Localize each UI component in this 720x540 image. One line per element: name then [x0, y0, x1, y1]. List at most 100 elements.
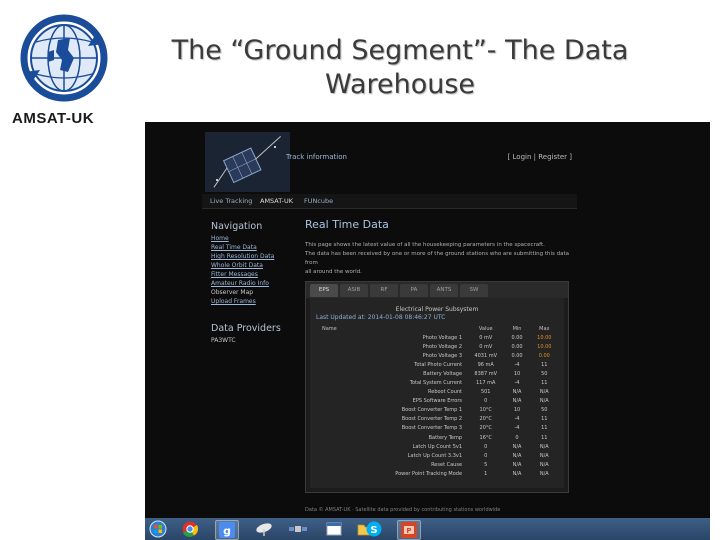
- cell-value: 20°C: [479, 425, 492, 432]
- cell-max: 10.00: [537, 343, 552, 350]
- tab-ants[interactable]: ANTS: [430, 284, 458, 297]
- nav-amsat-uk[interactable]: AMSAT-UK: [260, 197, 293, 205]
- cell-value: 117 mA: [476, 380, 496, 387]
- cell-name: Battery Voltage: [423, 370, 463, 377]
- cell-min: 0: [515, 434, 519, 441]
- cell-max: 11: [541, 380, 548, 387]
- taskbar-powerpoint[interactable]: P: [397, 520, 421, 540]
- panel-body: Electrical Power Subsystem Last Updated …: [310, 298, 564, 488]
- table-row: Latch Up Count 3.3v1 0 N/A N/A: [314, 451, 558, 460]
- page-description-2: The data has been received by one or mor…: [305, 251, 570, 266]
- cell-max: 11: [541, 361, 548, 368]
- satellite-dish-icon: [256, 523, 272, 536]
- amsat-uk-logo-icon: [20, 14, 108, 102]
- cell-value: 0 mV: [479, 334, 493, 341]
- cell-name: Boost Converter Temp 1: [401, 407, 463, 414]
- cell-max: N/A: [539, 452, 549, 459]
- cell-min: N/A: [512, 470, 522, 477]
- tab-sw[interactable]: SW: [460, 284, 488, 297]
- telemetry-panel: EPS ASIB RF PA ANTS SW Electrical Power …: [305, 281, 569, 493]
- cell-name: Battery Temp: [428, 434, 463, 441]
- telemetry-table: Name Value Min Max Photo Voltage 1 0 mV 0.…: [314, 325, 558, 479]
- table-row: Power Point Tracking Mode 1 N/A N/A: [314, 469, 558, 478]
- google-icon: g: [219, 522, 235, 538]
- cell-value: 1: [484, 470, 488, 477]
- cell-value: 4031 mV: [474, 352, 498, 359]
- cell-min: -4: [514, 416, 520, 423]
- sidebar-item-high-resolution-data[interactable]: High Resolution Data: [211, 252, 296, 261]
- sidebar-item-fitter-messages[interactable]: Fitter Messages: [211, 270, 296, 279]
- site-footer: Data © AMSAT-UK · Satellite data provide…: [305, 507, 501, 513]
- login-register-link[interactable]: [ Login | Register ]: [508, 153, 572, 161]
- cell-name: Power Point Tracking Mode: [395, 470, 463, 477]
- table-row: Boost Converter Temp 2 20°C -4 11: [314, 415, 558, 424]
- tab-pa[interactable]: PA: [400, 284, 428, 297]
- page-description-1: This page shows the latest value of all …: [305, 242, 545, 248]
- nav-funcube[interactable]: FUNcube: [304, 197, 333, 205]
- cell-value: 5: [484, 461, 488, 468]
- sidebar-item-home[interactable]: Home: [211, 234, 296, 243]
- cell-max: N/A: [539, 470, 549, 477]
- sidebar-item-observer-map[interactable]: Observer Map: [211, 288, 296, 297]
- cell-max: N/A: [539, 461, 549, 468]
- svg-text:S: S: [370, 525, 377, 536]
- start-orb-icon: [149, 520, 167, 538]
- cell-name: Photo Voltage 1: [422, 334, 463, 341]
- cell-min: 10: [513, 370, 521, 377]
- sidebar-item-real-time-data[interactable]: Real Time Data: [211, 243, 296, 252]
- cell-max: 11: [541, 416, 548, 423]
- taskbar-chrome[interactable]: [179, 520, 201, 538]
- cell-value: 8387 mV: [474, 370, 498, 377]
- sidebar-item-amateur-radio-info[interactable]: Amateur Radio Info: [211, 279, 296, 288]
- taskbar: g S P: [145, 518, 710, 540]
- tab-eps[interactable]: EPS: [310, 284, 338, 297]
- satellite-icon: [289, 526, 307, 532]
- table-row: Reset Cause 5 N/A N/A: [314, 460, 558, 469]
- table-row: Boost Converter Temp 3 20°C -4 11: [314, 424, 558, 433]
- tab-asib[interactable]: ASIB: [340, 284, 368, 297]
- cell-name: Reset Cause: [431, 461, 463, 468]
- cell-min: -4: [514, 425, 520, 432]
- sidebar-item-upload-frames[interactable]: Upload Frames: [211, 297, 296, 306]
- cell-name: Total System Current: [409, 380, 463, 387]
- track-information-link[interactable]: Track information: [286, 153, 347, 161]
- cell-value: 16°C: [479, 434, 492, 441]
- provider-item: PA3WTC: [211, 337, 236, 344]
- logo-text: AMSAT-UK: [12, 110, 95, 127]
- taskbar-satellite[interactable]: [287, 520, 309, 538]
- sidebar-item-whole-orbit-data[interactable]: Whole Orbit Data: [211, 261, 296, 270]
- cell-name: Photo Voltage 3: [422, 352, 463, 359]
- cell-value: 20°C: [479, 416, 492, 423]
- taskbar-skype[interactable]: S: [363, 520, 385, 538]
- nav-live-tracking[interactable]: Live Tracking: [210, 197, 252, 205]
- table-row: Boost Converter Temp 1 10°C 10 50: [314, 406, 558, 415]
- taskbar-window[interactable]: [323, 520, 345, 538]
- cell-max: N/A: [539, 398, 549, 405]
- taskbar-google[interactable]: g: [215, 520, 239, 540]
- cell-min: N/A: [512, 398, 522, 405]
- navigation-heading: Navigation: [211, 221, 263, 232]
- col-min: Min: [512, 326, 522, 332]
- table-row: Photo Voltage 1 0 mV 0.00 10.00: [314, 333, 558, 342]
- tab-rf[interactable]: RF: [370, 284, 398, 297]
- website-screenshot: Track information [ Login | Register ] L…: [145, 122, 710, 518]
- window-icon: [326, 522, 342, 536]
- taskbar-dish[interactable]: [253, 520, 275, 538]
- start-button[interactable]: [147, 520, 169, 538]
- table-row: Reboot Count 501 N/A N/A: [314, 388, 558, 397]
- last-updated: Last Updated at: 2014-01-08 08:46:27 UTC: [316, 314, 446, 321]
- cell-max: 0.00: [538, 352, 550, 359]
- cell-min: N/A: [512, 443, 522, 450]
- main-content: Real Time Data This page shows the lates…: [305, 218, 575, 277]
- table-row: Total Photo Current 96 mA -4 11: [314, 360, 558, 369]
- cell-max: 50: [541, 370, 548, 377]
- top-navbar: Live Tracking AMSAT-UK FUNcube: [202, 194, 577, 209]
- slide-title-line-2: Warehouse: [324, 69, 476, 100]
- sidebar: Navigation Home Real Time Data High Reso…: [211, 218, 296, 345]
- svg-text:P: P: [406, 527, 411, 535]
- subsystem-tabs: EPS ASIB RF PA ANTS SW: [306, 282, 568, 298]
- cell-value: 96 mA: [477, 361, 494, 368]
- cell-min: N/A: [512, 461, 522, 468]
- cell-max: 11: [541, 434, 548, 441]
- cell-min: 0.00: [511, 352, 523, 359]
